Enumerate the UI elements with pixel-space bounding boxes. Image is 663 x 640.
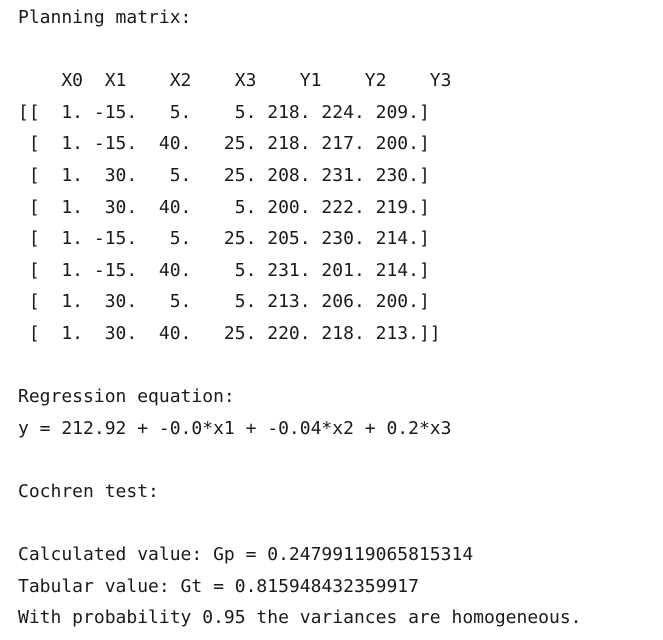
heading-planning-matrix: Planning matrix:: [18, 7, 192, 28]
matrix-row: [ 1. -15. 40. 5. 231. 201. 214.]: [18, 259, 430, 281]
calculated-value: Calculated value: Gp = 0.247991190658153…: [18, 544, 474, 566]
console-output: Planning matrix: X0 X1 X2 X3 Y1 Y2 Y3 [[…: [18, 2, 658, 634]
matrix-column-header: X0 X1 X2 X3 Y1 Y2 Y3: [18, 70, 452, 92]
heading-regression-equation: Regression equation:: [18, 386, 235, 408]
matrix-row: [ 1. -15. 5. 25. 205. 230. 214.]: [18, 228, 430, 250]
heading-cochren-test: Cochren test:: [18, 480, 159, 502]
matrix-row: [[ 1. -15. 5. 5. 218. 224. 209.]: [18, 101, 430, 123]
matrix-row: [ 1. 30. 40. 5. 200. 222. 219.]: [18, 196, 430, 218]
matrix-row: [ 1. 30. 5. 25. 208. 231. 230.]: [18, 164, 430, 186]
homogeneity-result: With probability 0.95 the variances are …: [18, 607, 582, 629]
regression-equation: y = 212.92 + -0.0*x1 + -0.04*x2 + 0.2*x3: [18, 417, 452, 439]
matrix-row: [ 1. -15. 40. 25. 218. 217. 200.]: [18, 133, 430, 155]
matrix-row: [ 1. 30. 40. 25. 220. 218. 213.]]: [18, 322, 441, 344]
tabular-value: Tabular value: Gt = 0.815948432359917: [18, 575, 419, 597]
matrix-row: [ 1. 30. 5. 5. 213. 206. 200.]: [18, 291, 430, 313]
